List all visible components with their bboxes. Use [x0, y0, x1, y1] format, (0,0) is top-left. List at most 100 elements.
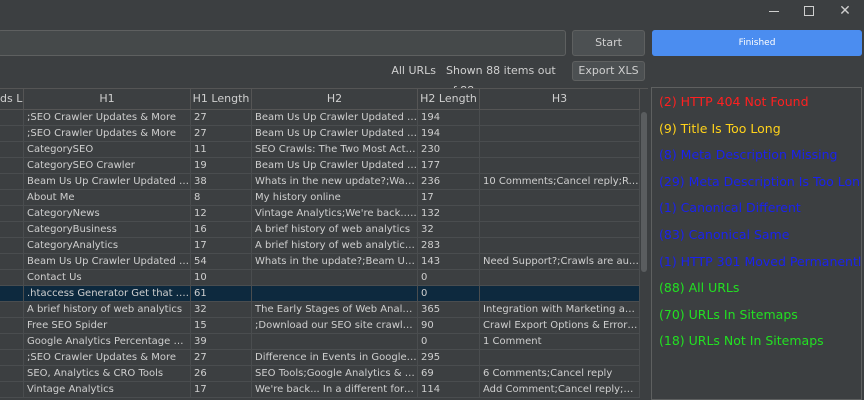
- table-cell: [0, 142, 24, 158]
- filter-item[interactable]: (1) Canonical Different: [659, 197, 801, 219]
- table-row[interactable]: Beam Us Up Crawler Updated 2024 ...38Wha…: [0, 174, 640, 190]
- table-cell: Beam Us Up Crawler Updated v1.2....: [252, 158, 418, 174]
- table-cell: CategoryNews: [24, 206, 191, 222]
- progress-label: Finished: [738, 38, 776, 48]
- table-cell: [480, 142, 640, 158]
- table-cell: Integration with Marketing and So...: [480, 302, 640, 318]
- scrollbar-thumb[interactable]: [641, 112, 647, 272]
- table-cell: Vintage Analytics;We're back... In a...: [252, 206, 418, 222]
- table-cell: 15: [191, 318, 252, 334]
- table-cell: 1 Comment: [480, 334, 640, 350]
- filter-item[interactable]: (88) All URLs: [659, 277, 739, 299]
- table-cell: [0, 270, 24, 286]
- table-row[interactable]: ;SEO Crawler Updates & More 27 Beam Us Up …: [0, 126, 640, 142]
- table-cell: .htaccess Generator Get that .htacc...: [24, 286, 191, 302]
- column-header-h2[interactable]: H2: [252, 89, 418, 110]
- table-row[interactable]: Beam Us Up Crawler Updated v1.2....54Wha…: [0, 254, 640, 270]
- table-cell: [252, 270, 418, 286]
- table-cell: My history online: [252, 190, 418, 206]
- table-cell: 10: [191, 270, 252, 286]
- table-cell: 132: [418, 206, 480, 222]
- column-header-h2-length[interactable]: H2 Length: [418, 89, 480, 110]
- table-cell: [480, 350, 640, 366]
- table-cell: [0, 254, 24, 270]
- table-body: ;SEO Crawler Updates & More 27 Beam Us Up …: [0, 110, 640, 398]
- table-cell: 0: [418, 270, 480, 286]
- start-button[interactable]: Start: [572, 30, 645, 56]
- title-bar: ✕: [0, 0, 864, 26]
- table-cell: [0, 366, 24, 382]
- filter-item[interactable]: (2) HTTP 404 Not Found: [659, 91, 809, 113]
- table-cell: ;SEO Crawler Updates & More: [24, 350, 191, 366]
- filter-item[interactable]: (1) HTTP 301 Moved Permanentl...: [659, 251, 861, 273]
- table-cell: Free SEO Spider: [24, 318, 191, 334]
- table-cell: [0, 158, 24, 174]
- table-row[interactable]: Google Analytics Percentage Highl... 39 0 1…: [0, 334, 640, 350]
- table-cell: Whats in the new update?;Want to ...: [252, 174, 418, 190]
- table-row[interactable]: About Me 8 My history online 17: [0, 190, 640, 206]
- table-cell: Difference in Events in Google Anal...: [252, 350, 418, 366]
- table-scrollbar[interactable]: [640, 110, 648, 400]
- filter-item[interactable]: (9) Title Is Too Long: [659, 118, 781, 140]
- filter-item[interactable]: (18) URLs Not In Sitemaps: [659, 330, 824, 352]
- table-cell: 194: [418, 126, 480, 142]
- table-row[interactable]: CategorySEO 11 SEO Crawls: The Two Most Ac…: [0, 142, 640, 158]
- table-row[interactable]: Free SEO Spider 15 ;Download our SEO site …: [0, 318, 640, 334]
- table-row[interactable]: SEO, Analytics & CRO Tools 26 SEO Tools;Go…: [0, 366, 640, 382]
- table-cell: 194: [418, 110, 480, 126]
- filter-item[interactable]: (70) URLs In Sitemaps: [659, 304, 798, 326]
- table-cell: 17: [191, 238, 252, 254]
- table-cell: CategoryAnalytics: [24, 238, 191, 254]
- table-cell: 32: [418, 222, 480, 238]
- table-cell: [0, 126, 24, 142]
- table-cell: The Early Stages of Web Analytics (...: [252, 302, 418, 318]
- table-row[interactable]: CategorySEO Crawler 19 Beam Us Up Crawler …: [0, 158, 640, 174]
- filter-item[interactable]: (8) Meta Description Missing: [659, 144, 837, 166]
- table-cell: [0, 302, 24, 318]
- table-cell: 177: [418, 158, 480, 174]
- table-cell: Google Analytics Percentage Highl...: [24, 334, 191, 350]
- table-cell: 283: [418, 238, 480, 254]
- table-row[interactable]: ;SEO Crawler Updates & More 27 Beam Us Up …: [0, 110, 640, 126]
- table-cell: [480, 270, 640, 286]
- filter-item[interactable]: (83) Canonical Same: [659, 224, 789, 246]
- url-input[interactable]: [0, 30, 566, 56]
- maximize-icon[interactable]: [798, 2, 820, 20]
- table-cell: [0, 382, 24, 398]
- table-cell: SEO Crawls: The Two Most Actiona...: [252, 142, 418, 158]
- table-cell: 8: [191, 190, 252, 206]
- table-row[interactable]: ;SEO Crawler Updates & More 27 Difference …: [0, 350, 640, 366]
- table-cell: [0, 238, 24, 254]
- table-cell: ;Download our SEO site crawler for ...: [252, 318, 418, 334]
- table-cell: 0: [418, 286, 480, 302]
- table-cell: 16: [191, 222, 252, 238]
- filter-item[interactable]: (29) Meta Description Is Too Long: [659, 171, 861, 193]
- items-count-label: Shown 88 items out of 88: [446, 64, 556, 97]
- table-row[interactable]: CategoryNews 12 Vintage Analytics;We're ba…: [0, 206, 640, 222]
- table-cell: [480, 222, 640, 238]
- column-header-h3[interactable]: H3: [480, 89, 640, 110]
- column-header-h1[interactable]: H1: [24, 89, 191, 110]
- table-cell: SEO, Analytics & CRO Tools: [24, 366, 191, 382]
- table-cell: 17: [418, 190, 480, 206]
- table-row[interactable]: Contact Us 10 0: [0, 270, 640, 286]
- table-cell: 17: [191, 382, 252, 398]
- table-cell: 295: [418, 350, 480, 366]
- table-cell: 0: [418, 334, 480, 350]
- table-cell: Whats in the update?;Beam Us Up ...: [252, 254, 418, 270]
- table-cell: 39: [191, 334, 252, 350]
- export-xls-button[interactable]: Export XLS: [572, 61, 645, 81]
- column-header-h1-length[interactable]: H1 Length: [191, 89, 252, 110]
- table-cell: [0, 190, 24, 206]
- table-row[interactable]: Vintage Analytics 17 We're back... In a di…: [0, 382, 640, 398]
- table-cell: Add Comment;Cancel reply;Read ...: [480, 382, 640, 398]
- table-cell: SEO Tools;Google Analytics & CRO ...: [252, 366, 418, 382]
- column-header-meta-length[interactable]: ds L...: [0, 89, 24, 110]
- table-row[interactable]: CategoryBusiness 16 A brief history of web…: [0, 222, 640, 238]
- table-row[interactable]: A brief history of web analytics 32 The Ea…: [0, 302, 640, 318]
- close-icon[interactable]: ✕: [834, 2, 856, 20]
- table-row[interactable]: .htaccess Generator Get that .htacc...61…: [0, 286, 640, 302]
- minimize-icon[interactable]: [764, 2, 786, 20]
- table-row[interactable]: CategoryAnalytics 17 A brief history of we…: [0, 238, 640, 254]
- table-cell: CategoryBusiness: [24, 222, 191, 238]
